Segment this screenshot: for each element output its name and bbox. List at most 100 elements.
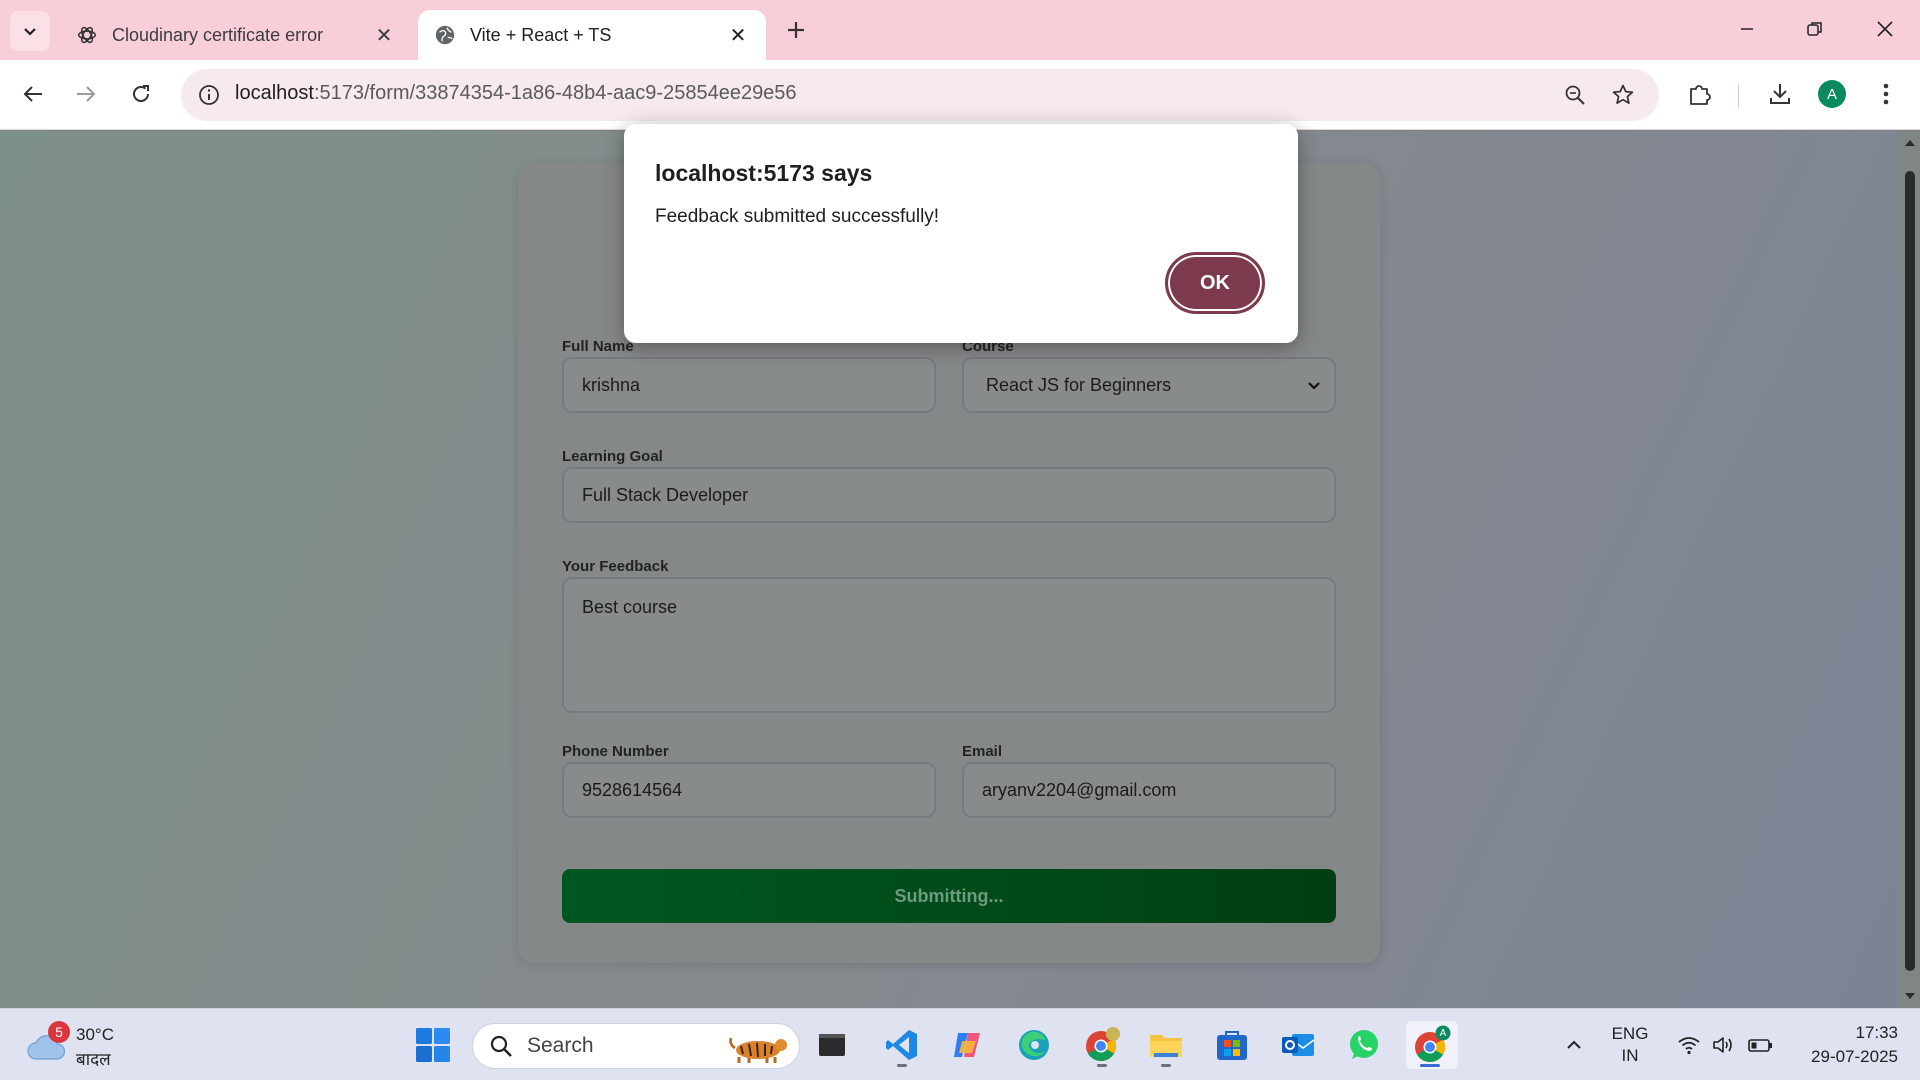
full-name-input[interactable]: krishna bbox=[562, 357, 936, 413]
course-value: React JS for Beginners bbox=[986, 374, 1172, 395]
chevron-down-icon bbox=[1308, 382, 1320, 390]
close-icon[interactable]: ✕ bbox=[372, 23, 396, 47]
chevron-down-icon bbox=[24, 28, 36, 36]
weather-condition: बादल bbox=[76, 1050, 111, 1069]
url-host: localhost bbox=[235, 82, 314, 104]
site-info-icon[interactable] bbox=[193, 79, 225, 111]
bookmark-star-icon[interactable] bbox=[1607, 79, 1639, 111]
battery-status[interactable] bbox=[1744, 1023, 1778, 1067]
scroll-up-icon[interactable] bbox=[1904, 137, 1916, 149]
address-bar[interactable]: localhost:5173/form/33874354-1a86-48b4-a… bbox=[181, 69, 1659, 121]
taskbar-app-vscode[interactable] bbox=[878, 1021, 926, 1069]
tab-vite-react[interactable]: Vite + React + TS ✕ bbox=[418, 10, 766, 60]
phone-value: 9528614564 bbox=[582, 779, 683, 800]
edge-icon bbox=[1019, 1030, 1049, 1060]
tab-search-button[interactable] bbox=[10, 11, 50, 51]
tab-cloudinary[interactable]: Cloudinary certificate error ✕ bbox=[60, 10, 412, 60]
windows-icon bbox=[416, 1028, 450, 1062]
taskbar-app-chrome-profile[interactable] bbox=[1078, 1021, 1126, 1069]
url-text[interactable]: localhost:5173/form/33874354-1a86-48b4-a… bbox=[235, 82, 797, 105]
ok-button[interactable]: OK bbox=[1165, 252, 1265, 314]
weather-widget[interactable]: 5 30°C बादल bbox=[26, 1021, 136, 1071]
reload-button[interactable] bbox=[121, 74, 161, 114]
phone-input[interactable]: 9528614564 bbox=[562, 762, 936, 818]
running-indicator bbox=[897, 1064, 907, 1067]
restore-button[interactable] bbox=[1790, 8, 1840, 50]
learning-goal-input[interactable]: Full Stack Developer bbox=[562, 467, 1336, 523]
full-name-label: Full Name bbox=[562, 338, 634, 355]
chrome-icon: A bbox=[1415, 1025, 1451, 1063]
minimize-icon bbox=[1741, 28, 1753, 30]
email-input[interactable]: aryanv2204@gmail.com bbox=[962, 762, 1336, 818]
taskbar-app-edge[interactable] bbox=[1010, 1021, 1058, 1069]
language-indicator[interactable]: ENG IN bbox=[1598, 1023, 1662, 1067]
profile-badge: A bbox=[1440, 1028, 1447, 1039]
close-icon bbox=[1877, 21, 1893, 37]
vscode-icon bbox=[886, 1030, 917, 1060]
chevron-up-icon bbox=[1567, 1040, 1581, 1049]
taskbar-app-file-explorer[interactable] bbox=[1142, 1021, 1190, 1069]
taskbar-app-whatsapp[interactable] bbox=[1340, 1021, 1388, 1069]
active-indicator bbox=[1420, 1064, 1440, 1067]
minimize-button[interactable] bbox=[1722, 8, 1772, 50]
profile-button[interactable]: A bbox=[1812, 74, 1852, 114]
weather-temp: 30°C bbox=[76, 1025, 114, 1044]
battery-icon bbox=[1748, 1039, 1772, 1052]
scroll-thumb[interactable] bbox=[1905, 171, 1915, 971]
taskbar-app-outlook[interactable] bbox=[1274, 1021, 1322, 1069]
forward-button[interactable] bbox=[66, 74, 106, 114]
course-select[interactable]: React JS for Beginners bbox=[962, 357, 1336, 413]
email-label: Email bbox=[962, 743, 1003, 760]
volume-status[interactable] bbox=[1708, 1023, 1742, 1067]
taskbar-app-store[interactable] bbox=[1208, 1021, 1256, 1069]
terminal-icon bbox=[819, 1034, 845, 1056]
feedback-textarea[interactable]: Best course bbox=[562, 577, 1336, 713]
folder-icon bbox=[1150, 1035, 1182, 1057]
phone-label: Phone Number bbox=[562, 743, 669, 760]
taskbar-app-copilot[interactable] bbox=[944, 1021, 992, 1069]
scroll-down-icon[interactable] bbox=[1904, 990, 1916, 1002]
wifi-status[interactable] bbox=[1672, 1023, 1706, 1067]
arrow-left-icon bbox=[23, 86, 42, 102]
alert-dialog: localhost:5173 says Feedback submitted s… bbox=[624, 124, 1298, 343]
running-indicator bbox=[1097, 1064, 1107, 1067]
back-button[interactable] bbox=[13, 74, 53, 114]
language-code: ENG bbox=[1611, 1024, 1649, 1043]
dialog-title: localhost:5173 says bbox=[655, 160, 873, 186]
feedback-value: Best course bbox=[582, 597, 678, 617]
downloads-icon[interactable] bbox=[1760, 74, 1800, 114]
reload-icon bbox=[133, 85, 149, 102]
taskbar-search[interactable]: Search bbox=[472, 1023, 800, 1069]
chrome-icon bbox=[1086, 1027, 1120, 1062]
running-indicator bbox=[1161, 1064, 1171, 1067]
arrow-right-icon bbox=[77, 86, 96, 102]
globe-icon bbox=[435, 25, 455, 45]
close-window-button[interactable] bbox=[1860, 8, 1910, 50]
extensions-icon[interactable] bbox=[1680, 74, 1720, 114]
email-value: aryanv2204@gmail.com bbox=[982, 779, 1177, 800]
search-placeholder: Search bbox=[527, 1034, 594, 1057]
new-tab-button[interactable] bbox=[778, 12, 814, 48]
wifi-icon bbox=[1678, 1037, 1700, 1055]
tiger-illustration-icon bbox=[729, 1037, 787, 1063]
tab-title: Cloudinary certificate error bbox=[112, 24, 324, 45]
close-icon[interactable]: ✕ bbox=[726, 23, 750, 47]
taskbar-app-chrome[interactable]: A bbox=[1406, 1021, 1458, 1069]
full-name-value: krishna bbox=[582, 374, 641, 395]
show-hidden-icons-button[interactable] bbox=[1556, 1023, 1592, 1067]
page-scrollbar[interactable] bbox=[1900, 131, 1920, 1008]
plus-icon bbox=[788, 22, 804, 38]
submit-button[interactable]: Submitting... bbox=[562, 869, 1336, 923]
zoom-icon[interactable] bbox=[1559, 79, 1591, 111]
clock-date: 29-07-2025 bbox=[1811, 1047, 1898, 1066]
volume-icon bbox=[1713, 1037, 1732, 1053]
openai-icon bbox=[78, 26, 96, 44]
copilot-icon bbox=[954, 1033, 980, 1057]
more-vert-icon bbox=[1883, 83, 1889, 105]
taskbar-app-terminal[interactable] bbox=[808, 1021, 856, 1069]
system-clock[interactable]: 17:33 29-07-2025 bbox=[1788, 1021, 1898, 1069]
browser-menu-button[interactable] bbox=[1866, 74, 1906, 114]
clock-time: 17:33 bbox=[1855, 1023, 1898, 1042]
windows-taskbar: 5 30°C बादल Search A ENG IN 17:33 29-07-… bbox=[0, 1008, 1920, 1080]
start-button[interactable] bbox=[409, 1021, 457, 1069]
